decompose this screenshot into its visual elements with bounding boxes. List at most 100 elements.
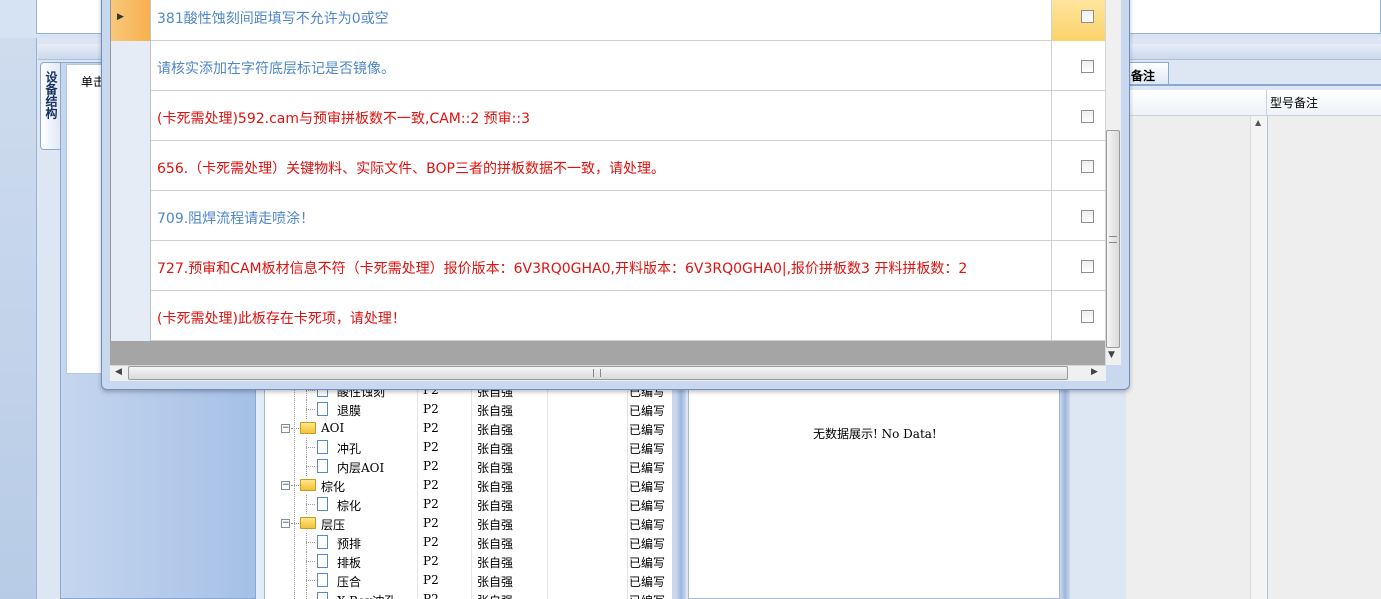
tree-person: 张自强: [477, 404, 514, 418]
tree-person: 张自强: [477, 461, 514, 475]
column-header-model-remarks[interactable]: 型号备注: [1270, 94, 1318, 111]
tree-code: P2: [423, 535, 439, 549]
tree-person: 张自强: [477, 480, 514, 494]
tree-row[interactable]: − AOI P2 张自强 已编写: [265, 419, 672, 438]
tree-line: [306, 504, 315, 505]
tree-person: 张自强: [477, 592, 513, 599]
check-cell: [1051, 0, 1106, 41]
tree-node-label: AOI: [321, 421, 345, 435]
document-icon: [317, 440, 328, 454]
message-checkbox[interactable]: [1081, 260, 1094, 273]
tree-line: [306, 447, 315, 448]
scroll-down-arrow-icon[interactable]: ▼: [1108, 350, 1115, 360]
collapse-toggle-icon[interactable]: −: [281, 424, 290, 433]
collapse-toggle-icon[interactable]: −: [281, 481, 290, 490]
message-row[interactable]: 727.预审和CAM板材信息不符（卡死需处理）报价版本：6V3RQ0GHA0,开…: [111, 241, 1106, 291]
tree-row[interactable]: X-Ray冲孔 P2 张自强 已编写: [265, 590, 672, 599]
splitter-right[interactable]: [1060, 380, 1070, 599]
tree-node-label: 预排: [337, 537, 362, 551]
tree-row[interactable]: 排板 P2 张自强 已编写: [265, 552, 672, 571]
tree-status: 已编写: [629, 556, 666, 570]
row-indicator[interactable]: [111, 141, 151, 191]
tree-row[interactable]: 压合 P2 张自强 已编写: [265, 571, 672, 590]
tree-line: [306, 466, 315, 467]
collapse-toggle-icon[interactable]: −: [281, 519, 290, 528]
row-indicator[interactable]: [111, 291, 151, 341]
row-indicator[interactable]: [111, 41, 151, 91]
tab-remarks[interactable]: 备注: [1124, 62, 1169, 84]
row-indicator[interactable]: ▶: [111, 0, 151, 41]
document-icon: [317, 535, 328, 549]
tree-row[interactable]: 冲孔 P2 张自强 已编写: [265, 438, 672, 457]
remarks-grid-header: [1126, 90, 1381, 116]
document-icon: [317, 573, 328, 587]
splitter-left[interactable]: [676, 380, 686, 599]
row-indicator[interactable]: [111, 191, 151, 241]
tree-code: P2: [423, 516, 439, 530]
tree-status: 已编写: [629, 404, 666, 418]
tree-node-label: 棕化: [321, 480, 346, 494]
tree-status: 已编写: [629, 461, 666, 475]
scroll-up-arrow-icon[interactable]: ▲: [1255, 118, 1261, 127]
tree-row[interactable]: − 层压 P2 张自强 已编写: [265, 514, 672, 533]
tree-code: P2: [423, 478, 439, 492]
tree-person: 张自强: [477, 442, 514, 456]
tree-line: [306, 580, 315, 581]
row-indicator[interactable]: [111, 241, 151, 291]
tree-person: 张自强: [477, 423, 514, 437]
tree-line: [291, 428, 299, 429]
tree-line: [291, 523, 299, 524]
scroll-right-arrow-icon[interactable]: ▶: [1091, 367, 1098, 377]
tree-person: 张自强: [477, 518, 514, 532]
tree-row[interactable]: 棕化 P2 张自强 已编写: [265, 495, 672, 514]
tree-status: 已编写: [629, 592, 665, 599]
tree-node-label: 棕化: [337, 499, 362, 513]
message-checkbox[interactable]: [1081, 210, 1094, 223]
tree-row[interactable]: 预排 P2 张自强 已编写: [265, 533, 672, 552]
tree-line: [306, 390, 315, 391]
document-icon: [317, 459, 328, 473]
tab-device-structure-label: 设备结构: [44, 71, 58, 119]
message-checkbox[interactable]: [1081, 310, 1094, 323]
tree-row[interactable]: 内层AOI P2 张自强 已编写: [265, 457, 672, 476]
message-checkbox[interactable]: [1081, 110, 1094, 123]
tree-status: 已编写: [629, 442, 666, 456]
tree-node-label: 压合: [337, 575, 362, 589]
scroll-grip-icon: [593, 369, 601, 377]
tab-device-structure[interactable]: 设备结构: [40, 62, 62, 150]
tree-line: [291, 485, 299, 486]
tab-strip-border: [1124, 84, 1381, 86]
message-row[interactable]: 请核实添加在字符底层标记是否镜像。: [111, 41, 1106, 91]
tree-person: 张自强: [477, 499, 514, 513]
tree-code: P2: [423, 497, 439, 511]
header-column-separator: [1266, 90, 1267, 116]
remarks-vertical-scrollbar[interactable]: [1250, 116, 1268, 599]
message-row[interactable]: 709.阻焊流程请走喷涂！: [111, 191, 1106, 241]
message-row[interactable]: ▶ 381酸性蚀刻间距填写不允许为0或空: [111, 0, 1106, 41]
message-grid-empty-area: [110, 341, 1105, 365]
message-text: (卡死需处理)592.cam与预审拼板数不一致,CAM::2 预审::3: [157, 111, 531, 127]
tree-row[interactable]: 退膜 P2 张自强 已编写: [265, 400, 672, 419]
message-row[interactable]: (卡死需处理)592.cam与预审拼板数不一致,CAM::2 预审::3: [111, 91, 1106, 141]
tree-person: 张自强: [477, 575, 514, 589]
message-checkbox[interactable]: [1081, 160, 1094, 173]
check-cell: [1051, 91, 1106, 141]
scroll-left-arrow-icon[interactable]: ◀: [115, 367, 122, 377]
no-data-message: 无数据展示! No Data!: [813, 427, 937, 441]
message-checkbox[interactable]: [1081, 60, 1094, 73]
tree-code: P2: [423, 421, 439, 435]
tree-code: P2: [423, 554, 439, 568]
message-row[interactable]: 656.（卡死需处理）关键物料、实际文件、BOP三者的拼板数据不一致，请处理。: [111, 141, 1106, 191]
tree-row[interactable]: − 棕化 P2 张自强 已编写: [265, 476, 672, 495]
tree-code: P2: [423, 592, 439, 599]
message-row[interactable]: (卡死需处理)此板存在卡死项，请处理！: [111, 291, 1106, 341]
document-icon: [317, 554, 328, 568]
tree-line: [306, 590, 307, 599]
message-checkbox[interactable]: [1081, 10, 1094, 23]
tree-code: P2: [423, 402, 439, 416]
message-text: (卡死需处理)此板存在卡死项，请处理！: [157, 311, 406, 327]
row-indicator[interactable]: [111, 91, 151, 141]
tree-person: 张自强: [477, 537, 514, 551]
message-grid: ▶ 381酸性蚀刻间距填写不允许为0或空 请核实添加在字符底层标记是否镜像。 (卡死需…: [110, 0, 1106, 341]
left-rail: [0, 38, 36, 599]
